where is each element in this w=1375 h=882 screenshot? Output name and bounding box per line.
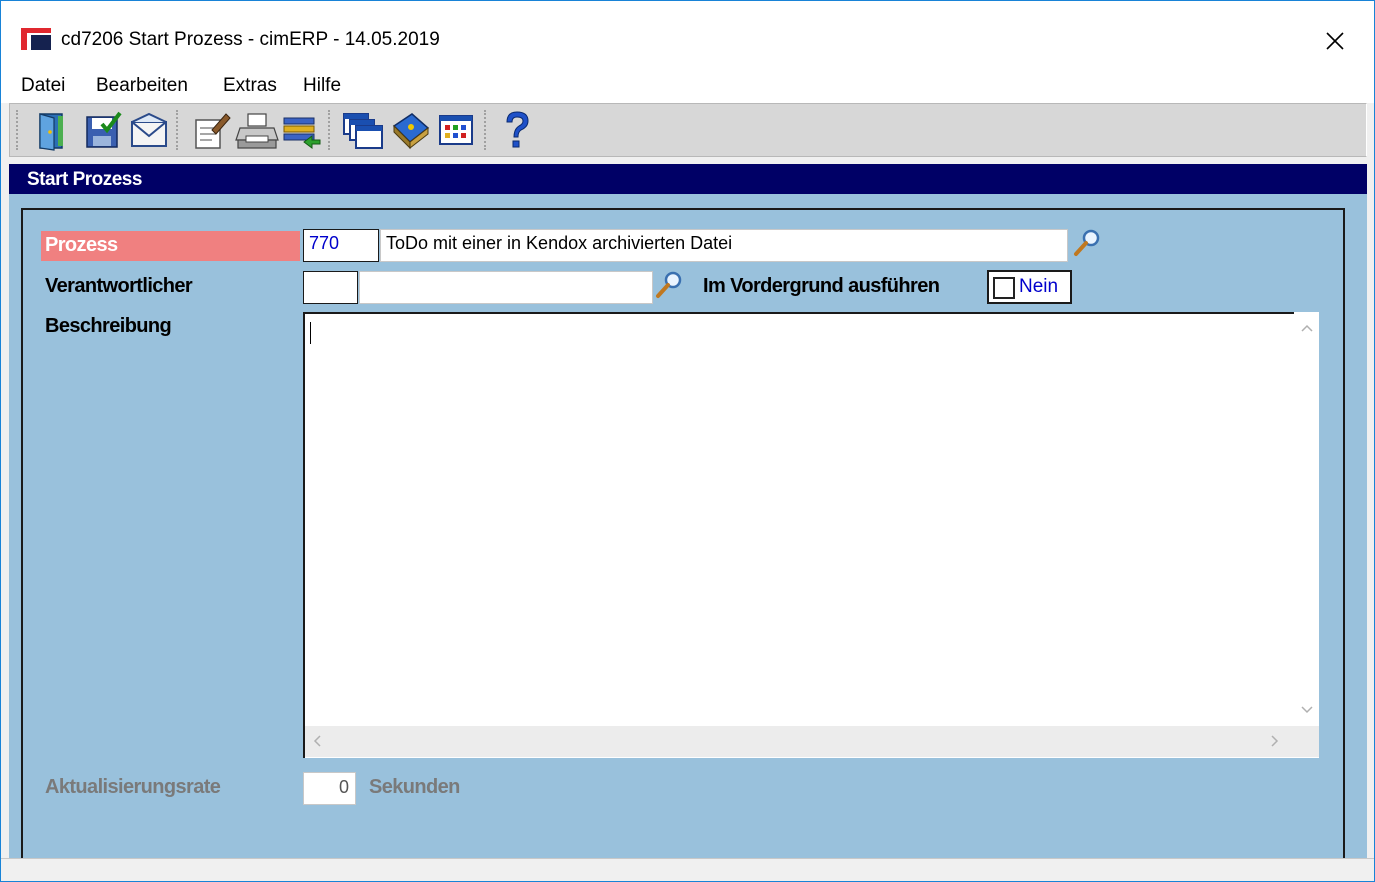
vordergrund-label: Im Vordergrund ausführen — [703, 275, 940, 297]
toolbar-separator — [484, 110, 488, 150]
exit-button[interactable] — [30, 108, 76, 154]
export-icon — [283, 117, 321, 149]
beschreibung-label: Beschreibung — [45, 315, 172, 337]
windows-icon — [343, 113, 383, 149]
toolbar-separator — [176, 110, 180, 150]
close-button[interactable] — [1313, 23, 1357, 59]
scroll-right-icon[interactable] — [1271, 735, 1279, 747]
vertical-scrollbar[interactable] — [1294, 312, 1319, 726]
menu-bearbeiten[interactable]: Bearbeiten — [96, 75, 188, 97]
scroll-left-icon[interactable] — [313, 735, 321, 747]
verantwortlicher-label: Verantwortlicher — [45, 275, 193, 297]
grid-icon — [439, 115, 473, 145]
verantwortlicher-code-input[interactable] — [303, 271, 358, 304]
book-icon — [392, 113, 430, 150]
prozess-code-input[interactable]: 770 — [303, 229, 379, 262]
aktualisierungsrate-label: Aktualisierungsrate — [45, 776, 221, 798]
menu-bar: Datei Bearbeiten Extras Hilfe — [1, 65, 1374, 103]
toolbar-grip — [16, 110, 20, 150]
exit-icon — [39, 113, 63, 151]
text-caret — [310, 322, 311, 344]
beschreibung-textarea[interactable] — [303, 312, 1319, 758]
section-header: Start Prozess — [9, 164, 1367, 194]
print-icon — [235, 113, 279, 149]
save-icon — [86, 111, 122, 148]
verantwortlicher-name-field — [359, 271, 653, 304]
edit-button[interactable] — [188, 108, 234, 154]
title-bar: cd7206 Start Prozess - cimERP - 14.05.20… — [1, 1, 1374, 65]
vordergrund-checkbox[interactable] — [993, 277, 1015, 299]
print-button[interactable] — [234, 108, 280, 154]
magnifier-icon — [1074, 229, 1100, 256]
aktualisierungsrate-input[interactable]: 0 — [303, 772, 356, 805]
prozess-label-box: Prozess — [41, 231, 300, 261]
menu-extras[interactable]: Extras — [223, 75, 277, 97]
grid-button[interactable] — [434, 108, 480, 154]
form-panel: Prozess 770 ToDo mit einer in Kendox arc… — [9, 194, 1367, 868]
prozess-name-field: ToDo mit einer in Kendox archivierten Da… — [380, 229, 1068, 262]
mail-icon — [131, 112, 167, 147]
book-button[interactable] — [388, 108, 434, 154]
toolbar-separator — [328, 110, 332, 150]
menu-hilfe[interactable]: Hilfe — [303, 75, 341, 97]
verantwortlicher-search-button[interactable] — [654, 270, 684, 300]
help-icon — [506, 111, 529, 148]
prozess-search-button[interactable] — [1072, 228, 1102, 258]
help-button[interactable] — [494, 108, 540, 154]
magnifier-icon — [656, 271, 682, 298]
scroll-up-icon[interactable] — [1301, 324, 1313, 332]
toolbar — [9, 103, 1367, 157]
export-button[interactable] — [278, 108, 324, 154]
section-title: Start Prozess — [27, 169, 142, 190]
mail-button[interactable] — [126, 108, 172, 154]
close-icon — [1326, 32, 1344, 50]
prozess-label: Prozess — [45, 234, 118, 256]
status-bar — [1, 858, 1374, 881]
app-logo-icon — [21, 28, 51, 50]
menu-datei[interactable]: Datei — [21, 75, 65, 97]
vordergrund-value: Nein — [1019, 276, 1059, 297]
horizontal-scrollbar[interactable] — [305, 726, 1319, 757]
scroll-down-icon[interactable] — [1301, 706, 1313, 714]
save-button[interactable] — [80, 108, 126, 154]
window-title: cd7206 Start Prozess - cimERP - 14.05.20… — [61, 29, 440, 50]
vordergrund-toggle[interactable]: Nein — [987, 270, 1072, 304]
edit-icon — [195, 113, 231, 149]
windows-button[interactable] — [340, 108, 386, 154]
sekunden-label: Sekunden — [369, 776, 460, 798]
app-window: cd7206 Start Prozess - cimERP - 14.05.20… — [0, 0, 1375, 882]
